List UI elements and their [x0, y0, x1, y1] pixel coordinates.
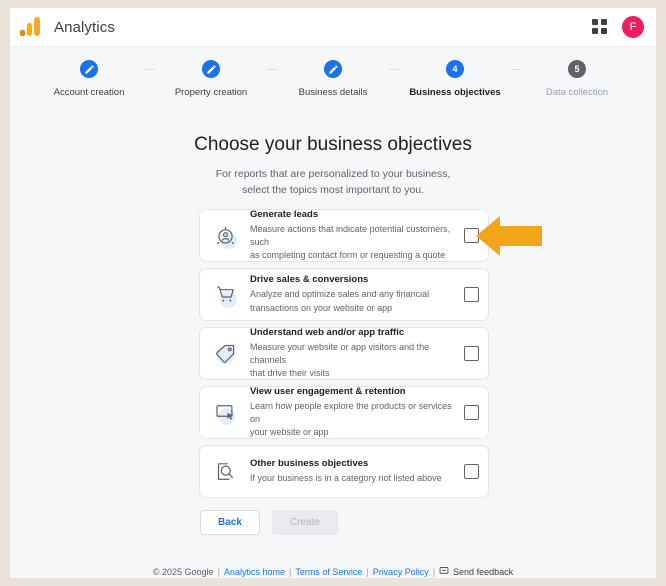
step-label: Business details — [298, 87, 368, 98]
step-number: 5 — [568, 60, 586, 78]
lead-target-person-icon — [211, 222, 239, 250]
create-button[interactable]: Create — [271, 510, 338, 535]
objective-text: Generate leads Measure actions that indi… — [250, 209, 455, 262]
understand-traffic-checkbox[interactable] — [464, 346, 479, 361]
avatar[interactable]: F — [622, 16, 644, 38]
step-connector — [389, 69, 399, 70]
step-data-collection[interactable]: 5 Data collection — [521, 60, 633, 98]
step-connector — [511, 69, 521, 70]
app-title: Analytics — [54, 18, 115, 36]
objective-text: Drive sales & conversions Analyze and op… — [250, 274, 455, 314]
objective-desc-line-1: Measure your website or app visitors and… — [250, 341, 430, 365]
copyright-text: © 2025 Google — [152, 567, 214, 577]
objective-title: Drive sales & conversions — [250, 274, 369, 286]
step-connector — [145, 69, 155, 70]
top-app-bar: Analytics F — [10, 8, 656, 47]
step-number: 4 — [446, 60, 464, 78]
objective-title: Understand web and/or app traffic — [250, 326, 405, 338]
page-title: Choose your business objectives — [194, 134, 472, 155]
objective-title: View user engagement & retention — [250, 385, 406, 397]
objective-desc-line-1: Learn how people explore the products or… — [250, 400, 452, 424]
pencil-icon — [324, 60, 342, 78]
footer-separator: | — [366, 567, 369, 577]
magnifier-document-icon — [211, 458, 239, 486]
footer-separator: | — [217, 567, 220, 577]
footer: © 2025 Google | Analytics home | Terms o… — [10, 566, 656, 578]
objective-text: Understand web and/or app traffic Measur… — [250, 327, 455, 380]
step-connector — [267, 69, 277, 70]
back-button[interactable]: Back — [200, 510, 260, 535]
step-label: Business objectives — [409, 87, 501, 98]
step-business-details[interactable]: Business details — [277, 60, 389, 98]
objective-desc-line-2: as completing contact form or requesting… — [250, 250, 446, 261]
page-subtitle-line-1: For reports that are personalized to you… — [215, 168, 451, 180]
analytics-logo-icon — [20, 16, 42, 38]
user-engagement-checkbox[interactable] — [464, 405, 479, 420]
feedback-icon — [439, 566, 449, 578]
step-label: Data collection — [545, 87, 609, 98]
objective-desc-line-1: Analyze and optimize sales and any finan… — [250, 289, 430, 300]
objective-title: Generate leads — [250, 208, 319, 220]
send-feedback-label: Send feedback — [453, 567, 514, 577]
step-property-creation[interactable]: Property creation — [155, 60, 267, 98]
generate-leads-checkbox[interactable] — [464, 228, 479, 243]
pencil-icon — [80, 60, 98, 78]
objective-desc-line-2: that drive their visits — [250, 368, 330, 379]
headline-block: Choose your business objectives For repo… — [10, 134, 656, 199]
drive-sales-checkbox[interactable] — [464, 287, 479, 302]
setup-stepper: Account creation Property creation Busin… — [10, 60, 656, 98]
page-subtitle: For reports that are personalized to you… — [10, 167, 656, 199]
objective-desc-line-1: Measure actions that indicate potential … — [250, 223, 451, 247]
apps-grid-icon[interactable] — [592, 19, 608, 35]
objective-desc-line-2: your website or app — [250, 427, 329, 438]
step-label: Property creation — [174, 87, 248, 98]
pencil-icon — [202, 60, 220, 78]
step-business-objectives[interactable]: 4 Business objectives — [399, 60, 511, 98]
page-subtitle-line-2: select the topics most important to you. — [241, 183, 425, 196]
step-label: Account creation — [53, 87, 125, 98]
send-feedback-button[interactable]: Send feedback — [439, 566, 513, 578]
other-objectives-checkbox[interactable] — [464, 464, 479, 479]
objective-card-generate-leads[interactable]: Generate leads Measure actions that indi… — [199, 209, 489, 262]
privacy-policy-link[interactable]: Privacy Policy — [373, 567, 429, 577]
objective-text: View user engagement & retention Learn h… — [250, 386, 455, 439]
shopping-cart-icon — [211, 281, 239, 309]
action-buttons: Back Create — [200, 510, 338, 535]
objective-card-other[interactable]: Other business objectives If your busine… — [199, 445, 489, 498]
objective-desc-line-1: If your business is in a category not li… — [250, 473, 442, 484]
analytics-home-link[interactable]: Analytics home — [224, 567, 285, 577]
objective-card-user-engagement[interactable]: View user engagement & retention Learn h… — [199, 386, 489, 439]
objective-card-drive-sales[interactable]: Drive sales & conversions Analyze and op… — [199, 268, 489, 321]
topbar-actions: F — [592, 16, 644, 38]
objective-card-understand-traffic[interactable]: Understand web and/or app traffic Measur… — [199, 327, 489, 380]
terms-of-service-link[interactable]: Terms of Service — [295, 567, 362, 577]
footer-separator: | — [288, 567, 292, 577]
step-account-creation[interactable]: Account creation — [33, 60, 145, 98]
analytics-setup-window: Analytics F Account creation Property cr… — [10, 8, 656, 578]
objectives-list: Generate leads Measure actions that indi… — [199, 209, 489, 504]
footer-separator: | — [432, 567, 436, 577]
monitor-cursor-icon — [211, 399, 239, 427]
objective-desc-line-2: transactions on your website or app — [250, 302, 393, 313]
objective-text: Other business objectives If your busine… — [250, 458, 455, 485]
objective-title: Other business objectives — [250, 458, 369, 470]
tag-icon — [211, 340, 239, 368]
